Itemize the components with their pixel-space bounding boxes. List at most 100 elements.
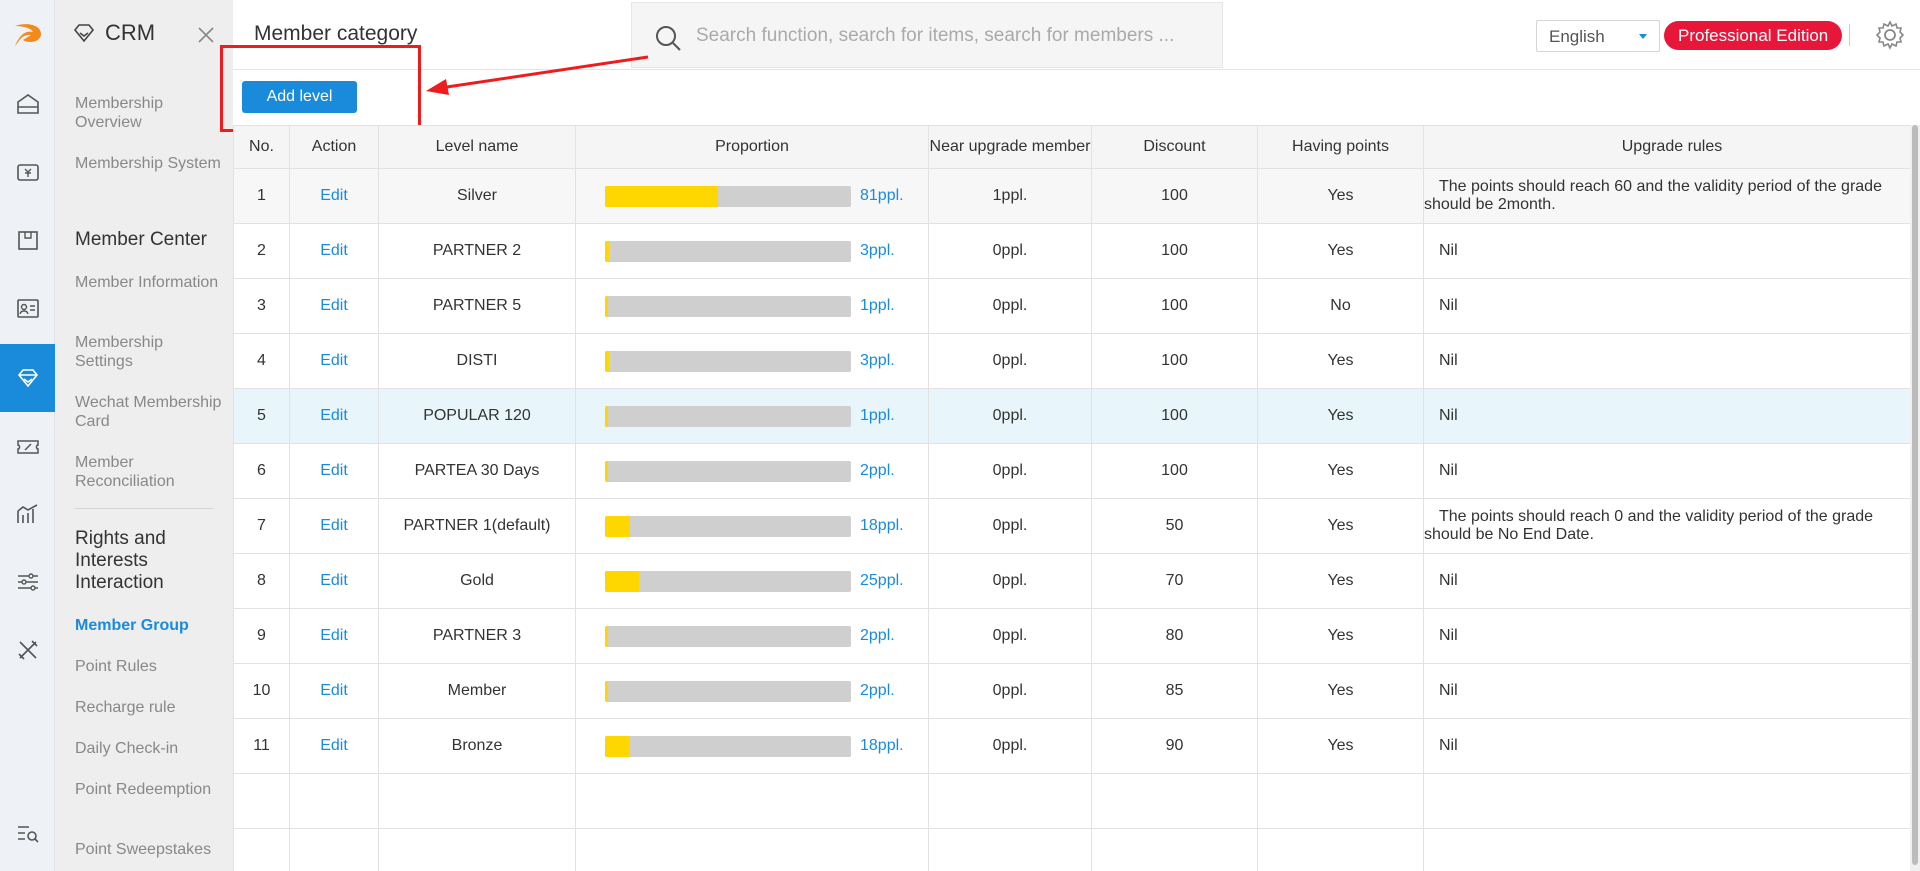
proportion-count-link[interactable]: 3ppl. bbox=[860, 242, 895, 260]
empty-cell bbox=[575, 828, 929, 871]
edit-link[interactable]: Edit bbox=[320, 187, 348, 204]
edit-link[interactable]: Edit bbox=[320, 242, 348, 259]
empty-row bbox=[233, 828, 1920, 871]
cell-near-upgrade: 1ppl. bbox=[928, 168, 1092, 224]
proportion-bar-fill bbox=[605, 351, 609, 372]
menu-member-information[interactable]: Member Information bbox=[75, 273, 225, 292]
menu-membership-settings[interactable]: Membership Settings bbox=[75, 333, 225, 371]
cell-having-points: Yes bbox=[1257, 388, 1424, 444]
cell-proportion: 2ppl. bbox=[575, 608, 929, 664]
cell-action: Edit bbox=[289, 498, 379, 554]
rail-tools[interactable] bbox=[0, 616, 55, 684]
rail-coupon[interactable] bbox=[0, 412, 55, 480]
rail-crm[interactable] bbox=[0, 344, 55, 412]
cell-action: Edit bbox=[289, 223, 379, 279]
cell-level-name: DISTI bbox=[378, 333, 576, 389]
goods-box-icon bbox=[17, 231, 38, 250]
cell-no: 7 bbox=[233, 498, 290, 554]
proportion-bar bbox=[605, 406, 851, 427]
edit-link[interactable]: Edit bbox=[320, 407, 348, 424]
cell-near-upgrade: 0ppl. bbox=[928, 443, 1092, 499]
table-row: 6 Edit PARTEA 30 Days 2ppl. 0ppl. 100 Yes Nil bbox=[233, 443, 1920, 499]
search-input[interactable] bbox=[696, 21, 1206, 51]
global-search[interactable] bbox=[631, 2, 1223, 68]
proportion-count-link[interactable]: 81ppl. bbox=[860, 187, 904, 205]
table-scrollbar[interactable] bbox=[1910, 125, 1920, 871]
menu-point-redeemption[interactable]: Point Redeemption bbox=[75, 780, 225, 799]
cell-no: 1 bbox=[233, 168, 290, 224]
rail-settings[interactable] bbox=[0, 548, 55, 616]
menu-membership-system[interactable]: Membership System bbox=[75, 154, 225, 173]
menu-daily-check-in[interactable]: Daily Check-in bbox=[75, 739, 225, 758]
language-select[interactable]: English bbox=[1536, 20, 1660, 52]
proportion-count-link[interactable]: 3ppl. bbox=[860, 352, 895, 370]
edition-badge[interactable]: Professional Edition bbox=[1664, 21, 1843, 50]
proportion-count-link[interactable]: 18ppl. bbox=[860, 737, 904, 755]
search-icon bbox=[656, 26, 681, 51]
rail-search-list[interactable] bbox=[0, 800, 55, 868]
menu-point-sweepstakes[interactable]: Point Sweepstakes bbox=[75, 840, 225, 859]
col-header-action: Action bbox=[289, 125, 379, 169]
proportion-bar bbox=[605, 571, 851, 592]
cell-upgrade-rules: Nil bbox=[1423, 553, 1920, 609]
cell-upgrade-rules: Nil bbox=[1423, 443, 1920, 499]
edit-link[interactable]: Edit bbox=[320, 572, 348, 589]
menu-point-rules[interactable]: Point Rules bbox=[75, 657, 225, 676]
cell-discount: 100 bbox=[1091, 278, 1258, 334]
edit-link[interactable]: Edit bbox=[320, 352, 348, 369]
rail-home[interactable] bbox=[0, 70, 55, 138]
proportion-bar-fill bbox=[605, 241, 609, 262]
menu-recharge-rule[interactable]: Recharge rule bbox=[75, 698, 225, 717]
cell-no: 4 bbox=[233, 333, 290, 389]
menu-wechat-membership-card[interactable]: Wechat Membership Card bbox=[75, 393, 225, 431]
scrollbar-thumb[interactable] bbox=[1912, 125, 1918, 865]
rail-cashier[interactable] bbox=[0, 138, 55, 206]
close-icon[interactable] bbox=[196, 25, 216, 45]
menu-member-group[interactable]: Member Group bbox=[75, 616, 225, 635]
cell-having-points: Yes bbox=[1257, 443, 1424, 499]
edit-link[interactable]: Edit bbox=[320, 737, 348, 754]
edit-link[interactable]: Edit bbox=[320, 627, 348, 644]
menu-header: CRM bbox=[55, 0, 233, 70]
cell-having-points: Yes bbox=[1257, 333, 1424, 389]
edit-link[interactable]: Edit bbox=[320, 297, 348, 314]
proportion-count-link[interactable]: 25ppl. bbox=[860, 572, 904, 590]
proportion-count-link[interactable]: 2ppl. bbox=[860, 682, 895, 700]
gear-icon[interactable] bbox=[1875, 20, 1905, 50]
cell-action: Edit bbox=[289, 663, 379, 719]
cell-upgrade-rules: Nil bbox=[1423, 333, 1920, 389]
proportion-bar-fill bbox=[605, 736, 630, 757]
proportion-count-link[interactable]: 1ppl. bbox=[860, 297, 895, 315]
table-row: 3 Edit PARTNER 5 1ppl. 0ppl. 100 No Nil bbox=[233, 278, 1920, 334]
table-row: 8 Edit Gold 25ppl. 0ppl. 70 Yes Nil bbox=[233, 553, 1920, 609]
cell-having-points: Yes bbox=[1257, 608, 1424, 664]
menu-membership-overview[interactable]: Membership Overview bbox=[75, 94, 225, 132]
chart-icon bbox=[16, 504, 37, 523]
proportion-count-link[interactable]: 2ppl. bbox=[860, 462, 895, 480]
cell-near-upgrade: 0ppl. bbox=[928, 553, 1092, 609]
empty-cell bbox=[378, 773, 576, 829]
col-header-near-upgrade: Near upgrade member bbox=[928, 125, 1092, 169]
empty-cell bbox=[1091, 828, 1258, 871]
cell-proportion: 2ppl. bbox=[575, 443, 929, 499]
edit-link[interactable]: Edit bbox=[320, 682, 348, 699]
col-header-level-name: Level name bbox=[378, 125, 576, 169]
cell-having-points: Yes bbox=[1257, 553, 1424, 609]
cell-having-points: No bbox=[1257, 278, 1424, 334]
cell-proportion: 1ppl. bbox=[575, 388, 929, 444]
proportion-count-link[interactable]: 2ppl. bbox=[860, 627, 895, 645]
cell-no: 5 bbox=[233, 388, 290, 444]
app-logo[interactable] bbox=[0, 0, 55, 70]
cell-discount: 70 bbox=[1091, 553, 1258, 609]
proportion-count-link[interactable]: 1ppl. bbox=[860, 407, 895, 425]
cell-discount: 100 bbox=[1091, 333, 1258, 389]
rail-reports[interactable] bbox=[0, 480, 55, 548]
cell-having-points: Yes bbox=[1257, 663, 1424, 719]
rail-member-card[interactable] bbox=[0, 274, 55, 342]
cell-level-name: PARTNER 5 bbox=[378, 278, 576, 334]
rail-goods[interactable] bbox=[0, 206, 55, 274]
proportion-count-link[interactable]: 18ppl. bbox=[860, 517, 904, 535]
edit-link[interactable]: Edit bbox=[320, 517, 348, 534]
edit-link[interactable]: Edit bbox=[320, 462, 348, 479]
menu-member-reconciliation[interactable]: Member Reconciliation bbox=[75, 453, 225, 491]
